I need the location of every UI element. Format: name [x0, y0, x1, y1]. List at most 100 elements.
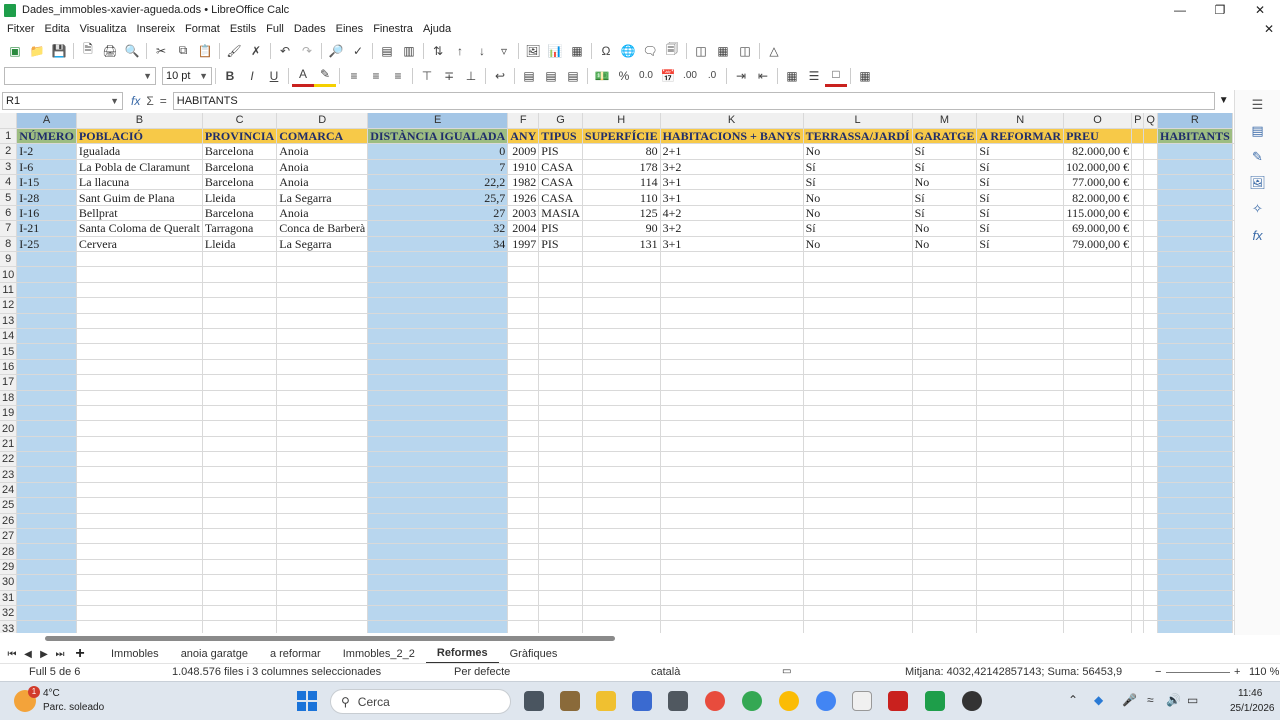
data-cell[interactable]: Sant Guim de Plana	[76, 189, 203, 206]
empty-cell[interactable]	[1157, 390, 1233, 406]
empty-cell[interactable]	[76, 374, 203, 391]
data-cell[interactable]	[1131, 220, 1145, 237]
row-header[interactable]: 2	[0, 143, 18, 160]
row-header[interactable]: 14	[0, 328, 18, 345]
empty-cell[interactable]	[16, 497, 77, 514]
empty-cell[interactable]	[276, 574, 369, 591]
empty-cell[interactable]	[538, 559, 583, 576]
name-box[interactable]: R1 ▼	[2, 91, 123, 110]
header-cell[interactable]: TIPUS	[538, 128, 583, 145]
data-cell[interactable]	[1131, 189, 1145, 206]
font-name-combo[interactable]: ▼	[4, 66, 156, 85]
previous-sheet-icon[interactable]: ◀	[20, 649, 36, 660]
delete-decimal-icon[interactable]: .0	[701, 65, 723, 87]
empty-cell[interactable]	[660, 282, 804, 299]
data-cell[interactable]	[1157, 143, 1233, 160]
empty-cell[interactable]	[912, 590, 978, 607]
data-cell[interactable]: I-25	[16, 236, 77, 253]
empty-cell[interactable]	[582, 390, 661, 406]
empty-cell[interactable]	[1131, 543, 1145, 560]
data-cell[interactable]: I-21	[16, 220, 77, 237]
decrease-indent-icon[interactable]: ⇤	[752, 65, 774, 87]
empty-cell[interactable]	[1143, 390, 1158, 406]
empty-cell[interactable]	[912, 605, 978, 622]
library-app-icon[interactable]	[560, 691, 580, 711]
pivot-table-icon[interactable]: ▦	[566, 40, 588, 62]
paste-icon[interactable]: 📋	[194, 40, 216, 62]
empty-cell[interactable]	[16, 405, 77, 422]
data-cell[interactable]: Sí	[976, 189, 1065, 206]
empty-cell[interactable]	[582, 374, 661, 391]
increase-indent-icon[interactable]: ⇥	[730, 65, 752, 87]
empty-cell[interactable]	[1063, 390, 1133, 406]
empty-cell[interactable]	[1131, 266, 1145, 283]
empty-cell[interactable]	[1157, 451, 1233, 468]
empty-cell[interactable]	[1131, 297, 1145, 314]
empty-cell[interactable]	[1131, 574, 1145, 591]
empty-cell[interactable]	[660, 374, 804, 391]
row-header[interactable]: 31	[0, 590, 18, 607]
empty-cell[interactable]	[367, 436, 509, 453]
data-cell[interactable]: La Pobla de Claramunt	[76, 159, 203, 176]
empty-cell[interactable]	[16, 359, 77, 376]
redo-icon[interactable]: ↷	[296, 40, 318, 62]
data-cell[interactable]: MASIA	[538, 205, 583, 222]
function-wizard-icon[interactable]: fx	[131, 94, 140, 108]
empty-cell[interactable]	[582, 436, 661, 453]
empty-cell[interactable]	[1143, 405, 1158, 422]
data-cell[interactable]: 4+2	[660, 205, 804, 222]
empty-cell[interactable]	[803, 513, 913, 530]
row-header[interactable]: 12	[0, 297, 18, 314]
empty-cell[interactable]	[803, 251, 913, 268]
empty-cell[interactable]	[1063, 497, 1133, 514]
windows-start-icon[interactable]	[297, 691, 317, 711]
empty-cell[interactable]	[16, 513, 77, 530]
empty-cell[interactable]	[976, 605, 1065, 622]
first-sheet-icon[interactable]: ⏮	[4, 649, 20, 660]
empty-cell[interactable]	[1143, 282, 1158, 299]
empty-cell[interactable]	[660, 436, 804, 453]
data-cell[interactable]: Sí	[803, 159, 913, 176]
row-header[interactable]: 22	[0, 451, 18, 468]
empty-cell[interactable]	[76, 543, 203, 560]
data-cell[interactable]: PIS	[538, 143, 583, 160]
align-top-icon[interactable]: ⊤	[416, 65, 438, 87]
empty-cell[interactable]	[367, 251, 509, 268]
empty-cell[interactable]	[507, 266, 540, 283]
font-size-combo[interactable]: 10 pt ▼	[162, 66, 212, 85]
empty-cell[interactable]	[507, 590, 540, 607]
empty-cell[interactable]	[276, 620, 369, 633]
save-icon[interactable]: 💾	[48, 40, 70, 62]
align-right-icon[interactable]: ≡	[387, 65, 409, 87]
empty-cell[interactable]	[976, 297, 1065, 314]
data-cell[interactable]: 79.000,00 €	[1063, 236, 1133, 253]
empty-cell[interactable]	[538, 620, 583, 633]
sort-descending-icon[interactable]: ↓	[471, 40, 493, 62]
empty-cell[interactable]	[1063, 266, 1133, 283]
data-cell[interactable]: No	[912, 174, 978, 191]
data-cell[interactable]: Cervera	[76, 236, 203, 253]
empty-cell[interactable]	[538, 543, 583, 560]
empty-cell[interactable]	[1157, 420, 1233, 437]
data-cell[interactable]: Sí	[803, 220, 913, 237]
data-cell[interactable]: Bellprat	[76, 205, 203, 222]
store-icon[interactable]	[632, 691, 652, 711]
empty-cell[interactable]	[912, 436, 978, 453]
navigator-icon[interactable]: ✧	[1246, 198, 1270, 220]
data-cell[interactable]	[1157, 220, 1233, 237]
empty-cell[interactable]	[912, 251, 978, 268]
empty-cell[interactable]	[660, 605, 804, 622]
empty-cell[interactable]	[976, 313, 1065, 329]
empty-cell[interactable]	[202, 343, 278, 360]
cut-icon[interactable]: ✂	[150, 40, 172, 62]
empty-cell[interactable]	[1063, 374, 1133, 391]
empty-cell[interactable]	[582, 513, 661, 530]
row-header[interactable]: 13	[0, 313, 18, 329]
empty-cell[interactable]	[660, 343, 804, 360]
sheet-tab-immobles-2-2[interactable]: Immobles_2_2	[332, 645, 426, 663]
data-cell[interactable]	[1143, 236, 1158, 253]
wrap-text-icon[interactable]: ↩	[489, 65, 511, 87]
header-cell[interactable]: HABITACIONS + BANYS	[660, 128, 804, 145]
empty-cell[interactable]	[76, 313, 203, 329]
weather-temperature[interactable]: 4°C	[43, 688, 60, 699]
